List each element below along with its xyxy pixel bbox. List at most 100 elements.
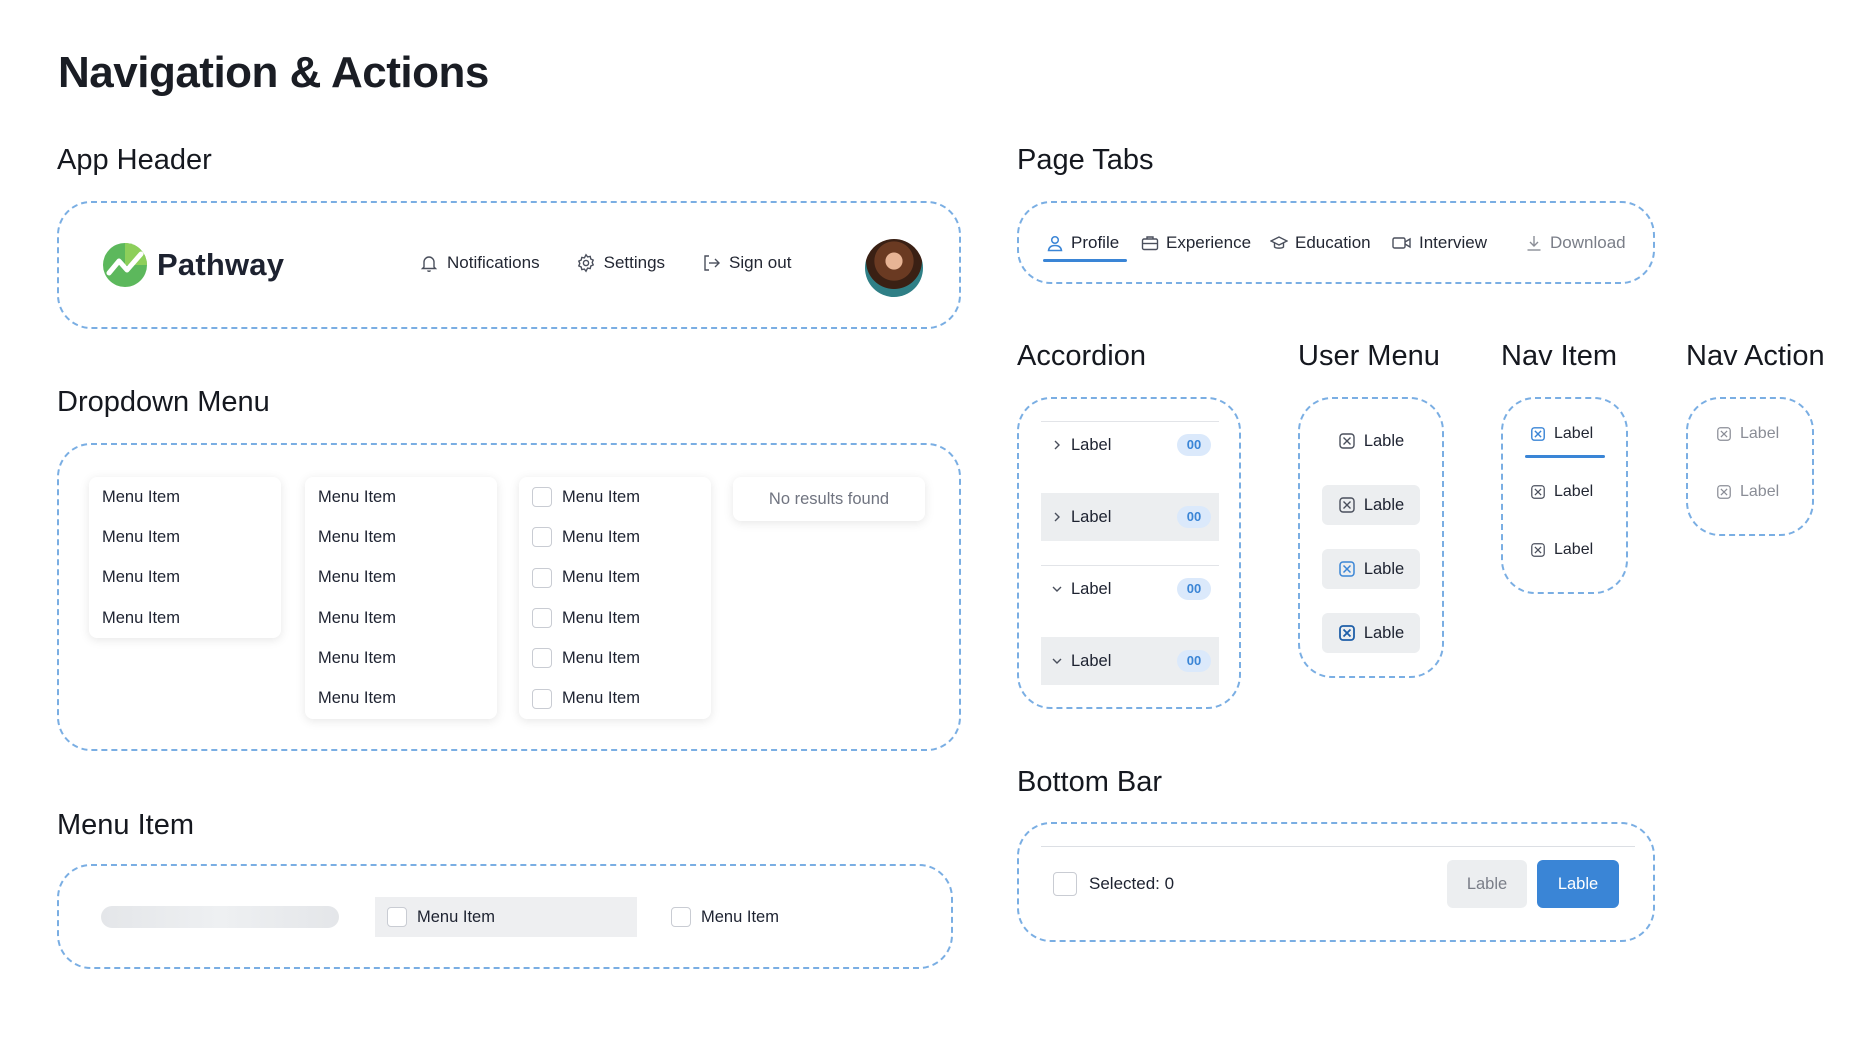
- dropdown-item-label: Menu Item: [562, 487, 640, 506]
- tab-interview[interactable]: Interview: [1392, 229, 1487, 257]
- dropdown-checkbox-item[interactable]: Menu Item: [519, 517, 711, 557]
- tab-download[interactable]: Download: [1525, 229, 1626, 257]
- close-box-icon: [1530, 484, 1546, 500]
- active-tab-indicator: [1043, 259, 1127, 262]
- dropdown-checkbox-item[interactable]: Menu Item: [519, 678, 711, 718]
- sign-out-link[interactable]: Sign out: [701, 253, 791, 273]
- settings-label: Settings: [603, 253, 666, 272]
- nav-action-heading: Nav Action: [1686, 340, 1825, 372]
- user-menu-label: Lable: [1363, 623, 1405, 642]
- graduation-cap-icon: [1270, 234, 1288, 252]
- dropdown-item[interactable]: Menu Item: [89, 558, 281, 598]
- nav-action-item[interactable]: Label: [1716, 425, 1779, 443]
- nav-item-label: Label: [1554, 425, 1594, 442]
- user-menu-label: Lable: [1363, 495, 1405, 514]
- user-menu-label: Lable: [1363, 431, 1405, 450]
- count-badge: 00: [1177, 434, 1211, 456]
- tab-label: Interview: [1419, 233, 1488, 252]
- nav-action-frame: Label Label: [1686, 397, 1814, 536]
- pathway-logo-icon: [103, 243, 147, 287]
- primary-button[interactable]: Lable: [1537, 860, 1619, 908]
- briefcase-icon: [1141, 234, 1159, 252]
- dropdown-item[interactable]: Menu Item: [305, 558, 497, 598]
- dropdown-empty: No results found: [733, 477, 925, 521]
- nav-item-active[interactable]: Label: [1530, 425, 1593, 443]
- checkbox[interactable]: [532, 527, 552, 548]
- nav-active-indicator: [1525, 455, 1605, 458]
- notifications-link[interactable]: Notifications: [419, 253, 540, 273]
- tab-experience[interactable]: Experience: [1141, 229, 1251, 257]
- accordion-row[interactable]: Label 00: [1041, 493, 1219, 541]
- checkbox[interactable]: [532, 487, 552, 508]
- dropdown-item[interactable]: Menu Item: [305, 638, 497, 678]
- close-box-icon: [1338, 560, 1356, 578]
- menu-item-hover[interactable]: Menu Item: [375, 897, 637, 937]
- settings-link[interactable]: Settings: [576, 253, 665, 273]
- bell-icon: [419, 253, 439, 273]
- close-box-icon: [1530, 542, 1546, 558]
- checkbox[interactable]: [387, 907, 407, 927]
- dropdown-menu-frame: Menu Item Menu Item Menu Item Menu Item …: [57, 443, 961, 751]
- chevron-down-icon: [1051, 583, 1063, 595]
- count-badge: 00: [1177, 578, 1211, 600]
- accordion-row[interactable]: Label 00: [1041, 565, 1219, 613]
- menu-item-default[interactable]: Menu Item: [659, 897, 859, 937]
- dropdown-menu-heading: Dropdown Menu: [57, 386, 270, 418]
- page-tabs-frame: Profile Experience Education Interview D…: [1017, 201, 1655, 284]
- secondary-button[interactable]: Lable: [1447, 860, 1527, 908]
- tab-label: Profile: [1071, 233, 1120, 252]
- dropdown-checkbox-item[interactable]: Menu Item: [519, 477, 711, 517]
- checkbox[interactable]: [532, 608, 552, 629]
- tab-profile[interactable]: Profile: [1046, 229, 1119, 257]
- brand-logo[interactable]: Pathway: [103, 243, 284, 287]
- user-menu-item[interactable]: Lable: [1322, 421, 1420, 461]
- checkbox[interactable]: [532, 688, 552, 709]
- nav-item-label: Label: [1554, 483, 1594, 500]
- checkbox[interactable]: [532, 567, 552, 588]
- user-menu-frame: Lable Lable Lable Lable: [1298, 397, 1444, 678]
- no-results-text: No results found: [768, 490, 890, 508]
- dropdown-item-label: Menu Item: [562, 689, 640, 708]
- user-menu-item[interactable]: Lable: [1322, 613, 1420, 653]
- tab-label: Experience: [1166, 233, 1252, 252]
- dropdown-item[interactable]: Menu Item: [89, 477, 281, 517]
- dropdown-item[interactable]: Menu Item: [89, 598, 281, 638]
- checkbox[interactable]: [671, 907, 691, 927]
- nav-item[interactable]: Label: [1530, 483, 1593, 501]
- dropdown-checkbox-item[interactable]: Menu Item: [519, 558, 711, 598]
- accordion-label: Label: [1071, 579, 1112, 598]
- nav-action-label: Label: [1740, 483, 1780, 500]
- dropdown-item[interactable]: Menu Item: [89, 517, 281, 557]
- dropdown-checkbox-item[interactable]: Menu Item: [519, 598, 711, 638]
- close-box-icon: [1338, 432, 1356, 450]
- bottom-bar-divider: [1041, 846, 1635, 847]
- select-all-checkbox[interactable]: [1053, 872, 1077, 896]
- dropdown-simple: Menu Item Menu Item Menu Item Menu Item: [89, 477, 281, 638]
- tab-label: Education: [1295, 233, 1371, 252]
- dropdown-item[interactable]: Menu Item: [305, 517, 497, 557]
- dropdown-item[interactable]: Menu Item: [305, 598, 497, 638]
- close-box-icon: [1338, 624, 1356, 642]
- dropdown-item-label: Menu Item: [562, 568, 640, 587]
- dropdown-item-label: Menu Item: [562, 527, 640, 546]
- sign-out-label: Sign out: [729, 253, 792, 272]
- checkbox[interactable]: [532, 648, 552, 669]
- dropdown-item[interactable]: Menu Item: [305, 678, 497, 718]
- nav-item[interactable]: Label: [1530, 541, 1593, 559]
- dropdown-checkbox-item[interactable]: Menu Item: [519, 638, 711, 678]
- menu-item-frame: Menu Item Menu Item: [57, 864, 953, 969]
- close-box-icon: [1716, 426, 1732, 442]
- nav-item-heading: Nav Item: [1501, 340, 1618, 372]
- tab-education[interactable]: Education: [1270, 229, 1371, 257]
- user-menu-item[interactable]: Lable: [1322, 549, 1420, 589]
- sign-out-icon: [701, 253, 721, 273]
- nav-action-item[interactable]: Label: [1716, 483, 1779, 501]
- nav-action-label: Label: [1740, 425, 1780, 442]
- user-menu-item[interactable]: Lable: [1322, 485, 1420, 525]
- user-avatar[interactable]: [865, 239, 923, 297]
- accordion-row[interactable]: Label 00: [1041, 637, 1219, 685]
- accordion-row[interactable]: Label 00: [1041, 421, 1219, 469]
- dropdown-item[interactable]: Menu Item: [305, 477, 497, 517]
- app-header-heading: App Header: [57, 144, 212, 176]
- menu-item-label: Menu Item: [701, 907, 779, 926]
